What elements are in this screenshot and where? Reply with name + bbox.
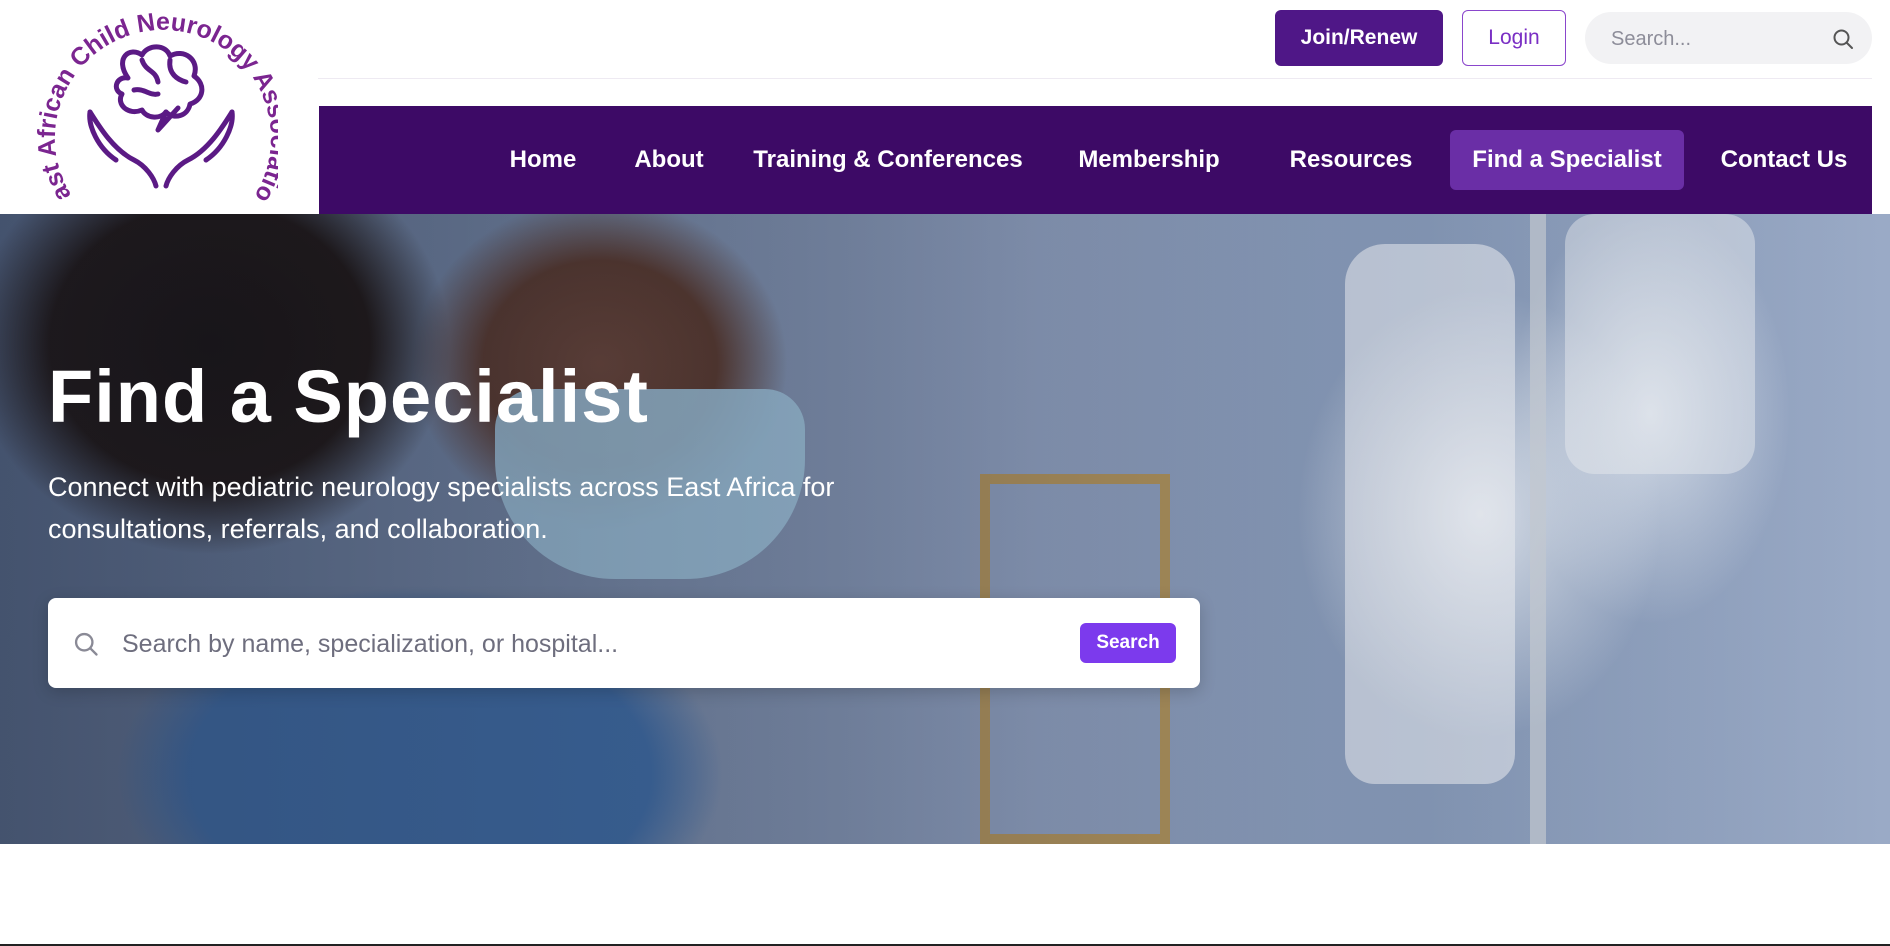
search-icon[interactable]	[1831, 27, 1855, 51]
site-header: East African Child Neurology Association…	[0, 0, 1890, 214]
nav-item-training-conferences[interactable]: Training & Conferences	[743, 130, 1033, 190]
nav-item-home[interactable]: Home	[489, 130, 597, 190]
nav-item-find-a-specialist[interactable]: Find a Specialist	[1450, 130, 1684, 190]
header-divider	[318, 78, 1872, 79]
nav-item-about[interactable]: About	[613, 130, 725, 190]
nav-item-contact-us[interactable]: Contact Us	[1703, 130, 1865, 190]
brain-in-hands-icon	[87, 44, 235, 189]
specialist-search-input[interactable]	[120, 618, 1104, 670]
hero-subtitle: Connect with pediatric neurology special…	[48, 472, 835, 544]
join-renew-button[interactable]: Join/Renew	[1275, 10, 1443, 66]
logo-text: East African Child Neurology Association	[18, 0, 278, 207]
nav-item-membership[interactable]: Membership	[1051, 130, 1247, 190]
logo[interactable]: East African Child Neurology Association	[18, 0, 278, 212]
header-search-input[interactable]	[1609, 12, 1823, 66]
specialist-search-button[interactable]: Search	[1080, 623, 1176, 663]
header-search	[1585, 12, 1872, 66]
main-nav: Home About Training & Conferences Member…	[319, 106, 1872, 214]
search-icon	[74, 632, 98, 656]
login-button[interactable]: Login	[1462, 10, 1566, 66]
page-title: Find a Specialist	[48, 355, 649, 438]
nav-item-resources[interactable]: Resources	[1265, 130, 1437, 190]
hero-banner: Find a Specialist Connect with pediatric…	[0, 214, 1890, 844]
specialist-search-box: Search	[48, 598, 1200, 688]
